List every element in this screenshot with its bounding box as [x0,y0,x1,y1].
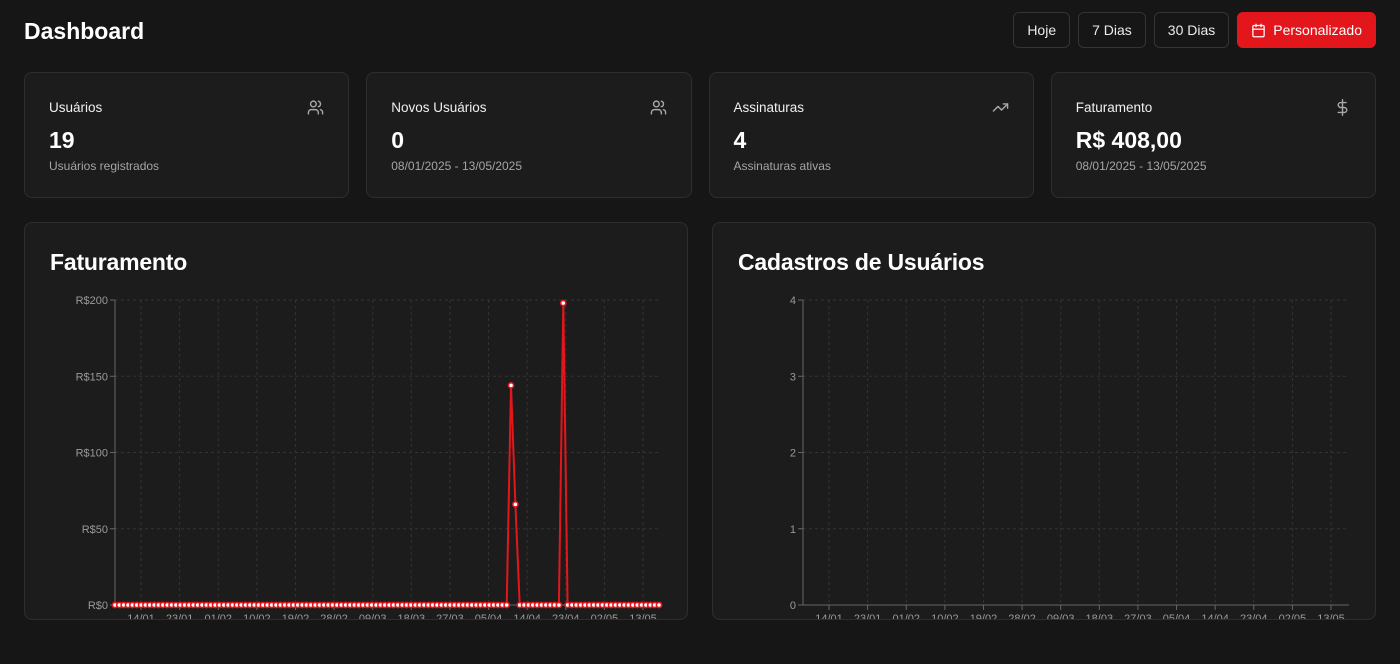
stat-card-value: 19 [49,127,75,153]
date-range-selector: Hoje 7 Dias 30 Dias Personalizado [1013,12,1376,48]
y-tick-label: 4 [790,295,796,307]
stat-card-label: Faturamento [1075,100,1153,115]
revenue-point [503,601,511,609]
revenue-point [559,299,567,307]
range-7-days-label: 7 Dias [1092,22,1132,38]
stat-card-value: 0 [391,127,405,153]
range-custom-button[interactable]: Personalizado [1237,12,1376,48]
y-tick-label: R$200 [76,295,108,307]
revenue-line [115,303,659,606]
x-tick-label: 14/04 [513,613,541,620]
users-icon [650,100,666,115]
x-tick-label: 05/04 [1163,613,1191,620]
x-tick-label: 28/02 [1008,613,1036,620]
stat-card-label: Assinaturas [733,100,805,115]
stat-card-value: 4 [733,127,747,153]
stat-card-value: R$ 408,00 [1075,127,1182,153]
range-today-label: Hoje [1027,22,1057,38]
range-7-days-button[interactable]: 7 Dias [1078,12,1146,48]
x-tick-label: 18/03 [398,613,426,620]
stat-card-subtitle: 08/01/2025 - 13/05/2025 [1075,159,1207,173]
stat-card-subtitle: Assinaturas ativas [733,159,831,173]
x-tick-label: 14/01 [127,613,155,620]
revenue-point [511,500,519,508]
x-tick-label: 13/05 [1317,613,1345,620]
calendar-icon [1252,23,1266,37]
revenue-chart-panel: Faturamento R$0 R$50 R$100 R$150 R$200 14/01 2… [24,222,688,620]
x-tick-label: 09/03 [359,613,387,620]
x-tick-label: 01/02 [204,613,232,620]
x-tick-label: 19/02 [970,613,998,620]
x-tick-label: 14/04 [1201,613,1229,620]
stat-card-subtitle: Usuários registrados [49,159,160,173]
page-title: Dashboard [24,18,145,44]
x-tick-label: 23/04 [552,613,580,620]
y-tick-label: 1 [790,524,796,536]
signups-chart[interactable]: 0 1 2 3 4 14/01 23/01 01/02 10/02 19/02 28/02 09/03… [713,223,1376,620]
y-tick-label: R$100 [76,448,108,460]
x-tick-label: 01/02 [892,613,920,620]
users-icon [307,100,324,115]
y-tick-label: R$0 [88,600,108,612]
x-tick-label: 05/04 [475,613,503,620]
y-tick-label: R$150 [76,371,108,383]
x-tick-label: 13/05 [629,613,657,620]
stat-card-revenue: Faturamento R$ 408,00 08/01/2025 - 13/05… [1050,72,1376,198]
x-tick-label: 02/05 [591,613,619,620]
x-tick-label: 28/02 [320,613,348,620]
trending-up-icon [992,103,1009,112]
revenue-point [507,381,515,389]
y-tick-label: 2 [790,448,796,460]
stat-card-users: Usuários 19 Usuários registrados [24,72,350,198]
stat-card-label: Novos Usuários [391,100,487,115]
x-tick-label: 18/03 [1086,613,1114,620]
revenue-chart[interactable]: R$0 R$50 R$100 R$150 R$200 14/01 23/01 01/02 10/… [25,223,688,620]
revenue-point [555,601,563,609]
stat-card-label: Usuários [49,100,103,115]
revenue-point [655,601,663,609]
range-30-days-button[interactable]: 30 Dias [1153,12,1230,48]
x-tick-label: 27/03 [1124,613,1152,620]
stat-card-subscriptions: Assinaturas 4 Assinaturas ativas [708,72,1034,198]
y-tick-label: 0 [790,600,796,612]
x-tick-label: 10/02 [243,613,271,620]
x-tick-label: 23/01 [854,613,882,620]
x-tick-label: 23/04 [1240,613,1268,620]
x-tick-label: 10/02 [931,613,959,620]
x-tick-label: 23/01 [166,613,194,620]
x-tick-label: 02/05 [1279,613,1307,620]
dollar-icon [1337,99,1348,116]
x-tick-label: 19/02 [282,613,310,620]
y-tick-label: R$50 [82,524,108,536]
stat-card-new-users: Novos Usuários 0 08/01/2025 - 13/05/2025 [366,72,692,198]
x-tick-label: 09/03 [1047,613,1075,620]
range-30-days-label: 30 Dias [1167,22,1216,38]
x-tick-label: 14/01 [815,613,843,620]
stats-cards: Usuários 19 Usuários registrados Novos U… [24,72,1376,198]
range-custom-label: Personalizado [1273,22,1362,38]
y-tick-label: 3 [790,371,796,383]
range-today-button[interactable]: Hoje [1013,12,1071,48]
x-tick-label: 27/03 [436,613,464,620]
signups-chart-panel: Cadastros de Usuários 0 1 2 3 4 14/01 23/01 01/… [712,222,1376,620]
stat-card-subtitle: 08/01/2025 - 13/05/2025 [391,159,523,173]
